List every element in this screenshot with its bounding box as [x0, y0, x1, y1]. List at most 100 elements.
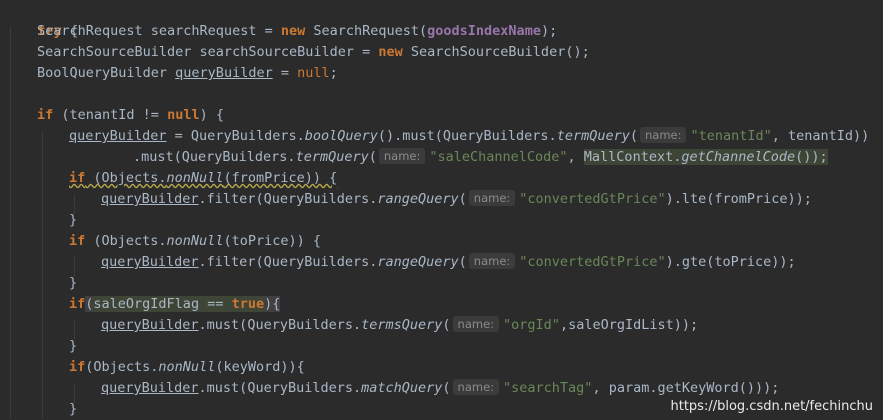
code-text: ,	[567, 149, 584, 165]
watermark: https://blog.csdn.net/fechinchu	[670, 399, 874, 414]
code-line[interactable]: queryBuilder.must(QueryBuilders.matchQue…	[101, 378, 779, 399]
code-text: (	[368, 149, 377, 165]
keyword-null: null	[167, 107, 200, 123]
code-text: (	[629, 128, 638, 144]
keyword-null: null	[297, 65, 330, 81]
indent-guide	[42, 131, 43, 418]
string-literal: "orgId"	[503, 317, 560, 333]
code-line[interactable]: queryBuilder = QueryBuilders.boolQuery()…	[69, 126, 869, 147]
indent-guide	[10, 26, 11, 418]
method-rangeQuery: rangeQuery	[377, 254, 459, 270]
code-text: .filter(QueryBuilders.	[198, 254, 378, 270]
code-text: BoolQueryBuilder	[37, 65, 176, 81]
field-goodsIndexName: goodsIndexName	[427, 23, 541, 39]
code-text: ().must(QueryBuilders.	[377, 128, 557, 144]
code-line[interactable]: try {	[5, 0, 79, 39]
var-queryBuilder: queryBuilder	[69, 128, 167, 144]
code-text: .filter(QueryBuilders.	[198, 191, 378, 207]
code-text: ,saleOrgIdList));	[559, 317, 699, 333]
string-literal: "saleChannelCode"	[429, 149, 568, 165]
keyword-if: if	[69, 233, 86, 249]
code-line[interactable]: SearchSourceBuilder searchSourceBuilder …	[37, 42, 590, 63]
var-queryBuilder: queryBuilder	[101, 380, 199, 396]
keyword-if: if	[69, 170, 86, 186]
param-hint: name:	[378, 148, 426, 164]
code-line[interactable]: if (Objects.nonNull(fromPrice)) {	[69, 168, 337, 189]
code-text: SearchSourceBuilder();	[402, 44, 590, 60]
method-getChannelCode: getChannelCode	[681, 149, 796, 165]
code-text: MallContext.	[583, 149, 682, 165]
code-line[interactable]: }	[69, 273, 77, 294]
code-line[interactable]: if(saleOrgIdFlag == true){	[69, 294, 281, 315]
code-text: , tenantId))	[771, 128, 870, 144]
code-text: ).gte(toPrice));	[665, 254, 796, 270]
code-text: (	[458, 191, 467, 207]
code-line[interactable]: if(Objects.nonNull(keyWord)){	[69, 357, 305, 378]
code-line[interactable]: SearchRequest searchRequest = new Search…	[37, 21, 557, 42]
code-line[interactable]: if (tenantId != null) {	[37, 105, 224, 126]
method-termQuery: termQuery	[556, 128, 630, 144]
param-hint: name:	[468, 190, 516, 206]
code-text: (keyWord)){	[215, 359, 305, 375]
code-text: );	[540, 23, 558, 39]
var-queryBuilder: queryBuilder	[175, 65, 273, 81]
brace-close: }	[69, 275, 78, 291]
code-text: SearchSourceBuilder searchSourceBuilder …	[37, 44, 379, 60]
code-line[interactable]: }	[69, 336, 77, 357]
code-text: saleOrgIdFlag ==	[93, 296, 232, 312]
var-queryBuilder: queryBuilder	[101, 317, 199, 333]
code-line[interactable]: queryBuilder.filter(QueryBuilders.rangeQ…	[101, 252, 796, 273]
method-boolQuery: boolQuery	[304, 128, 378, 144]
code-text: SearchRequest(	[305, 23, 428, 39]
code-text: (toPrice)) {	[223, 233, 321, 249]
code-line[interactable]: .must(QueryBuilders.termQuery(name: "sale…	[133, 147, 828, 168]
brace-close: }	[69, 212, 78, 228]
var-queryBuilder: queryBuilder	[101, 191, 199, 207]
string-literal: "convertedGtPrice"	[519, 254, 666, 270]
code-text: (	[442, 317, 451, 333]
string-literal: "convertedGtPrice"	[519, 191, 666, 207]
keyword-if: if	[37, 107, 54, 123]
code-text: ());	[795, 149, 828, 165]
string-literal: "tenantId"	[690, 128, 772, 144]
brace-close: }	[69, 401, 78, 417]
code-text: ).lte(fromPrice));	[665, 191, 812, 207]
code-line[interactable]: }	[69, 210, 77, 231]
param-hint: name:	[452, 379, 500, 395]
param-hint: name:	[639, 127, 687, 143]
code-editor[interactable]: try { SearchRequest searchRequest = new …	[0, 0, 883, 418]
code-text: = QueryBuilders.	[166, 128, 305, 144]
code-text: ) {	[199, 107, 224, 123]
code-text: (	[442, 380, 451, 396]
param-hint: name:	[452, 316, 500, 332]
code-text: (Objects.	[85, 170, 167, 186]
code-text: .must(QueryBuilders.	[198, 317, 362, 333]
code-line[interactable]: queryBuilder.must(QueryBuilders.termsQue…	[101, 315, 698, 336]
code-text: .must(QueryBuilders.	[198, 380, 362, 396]
highlight-expression: MallContext.getChannelCode());	[583, 149, 828, 165]
method-nonNull: nonNull	[166, 233, 224, 249]
var-queryBuilder: queryBuilder	[101, 254, 199, 270]
code-line[interactable]: queryBuilder.filter(QueryBuilders.rangeQ…	[101, 189, 812, 210]
code-text: (	[458, 254, 467, 270]
code-text: (Objects.	[85, 359, 159, 375]
keyword-if: if	[69, 296, 86, 312]
code-line[interactable]: }	[69, 399, 77, 420]
code-line[interactable]: BoolQueryBuilder queryBuilder = null;	[37, 63, 338, 84]
code-line[interactable]: if (Objects.nonNull(toPrice)) {	[69, 231, 321, 252]
code-text: ){	[264, 296, 281, 312]
code-text: .must(QueryBuilders.	[133, 149, 296, 165]
param-hint: name:	[468, 253, 516, 269]
code-text: ;	[329, 65, 338, 81]
code-text: SearchRequest searchRequest =	[37, 23, 281, 39]
code-text: (fromPrice)) {	[223, 170, 338, 186]
method-rangeQuery: rangeQuery	[377, 191, 459, 207]
keyword-new: new	[378, 44, 403, 60]
string-literal: "searchTag"	[503, 380, 593, 396]
code-text: =	[272, 65, 298, 81]
code-text: (tenantId !=	[53, 107, 168, 123]
keyword-true: true	[231, 296, 265, 312]
code-text: (Objects.	[85, 233, 167, 249]
brace-close: }	[69, 338, 78, 354]
method-termQuery: termQuery	[295, 149, 369, 165]
